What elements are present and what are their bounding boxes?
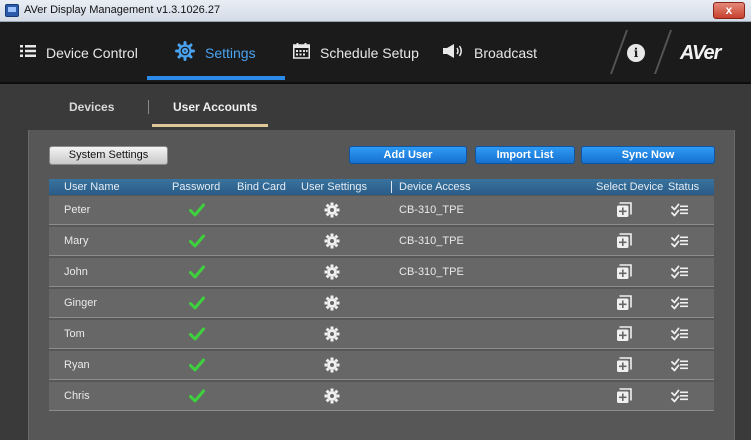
tab-user-accounts[interactable]: User Accounts: [173, 100, 257, 114]
info-button[interactable]: i: [627, 44, 645, 62]
status-checklist-icon[interactable]: [671, 358, 689, 372]
user-name-cell: Tom: [64, 328, 85, 340]
table-row[interactable]: Chris: [49, 382, 714, 411]
password-check-icon: [189, 234, 205, 248]
user-name-cell: Ryan: [64, 359, 90, 371]
user-settings-gear-icon[interactable]: [324, 264, 340, 280]
table-row[interactable]: Tom: [49, 320, 714, 349]
table-row[interactable]: Ginger: [49, 289, 714, 318]
password-check-icon: [189, 389, 205, 403]
column-header-select-device[interactable]: Select Device: [596, 181, 663, 193]
user-accounts-panel: System Settings Add User Import List Syn…: [28, 130, 735, 440]
column-header-user-name[interactable]: User Name: [64, 181, 120, 193]
user-settings-gear-icon[interactable]: [324, 295, 340, 311]
nav-settings[interactable]: Settings: [175, 22, 256, 84]
megaphone-icon: [442, 43, 464, 64]
window-title: AVer Display Management v1.3.1026.27: [24, 4, 221, 16]
status-checklist-icon[interactable]: [671, 265, 689, 279]
column-header-password[interactable]: Password: [172, 181, 220, 193]
table-row[interactable]: Peter CB-310_TPE: [49, 196, 714, 225]
select-device-icon[interactable]: [616, 233, 632, 249]
nav-device-control[interactable]: Device Control: [20, 22, 138, 84]
column-separator: [391, 181, 392, 193]
status-checklist-icon[interactable]: [671, 203, 689, 217]
device-access-cell: CB-310_TPE: [399, 204, 464, 216]
password-check-icon: [189, 327, 205, 341]
sub-tabs: Devices User Accounts: [0, 86, 751, 130]
status-checklist-icon[interactable]: [671, 296, 689, 310]
nav-broadcast[interactable]: Broadcast: [442, 22, 537, 84]
column-header-user-settings[interactable]: User Settings: [301, 181, 367, 193]
nav-device-control-label: Device Control: [46, 45, 138, 61]
password-check-icon: [189, 203, 205, 217]
status-checklist-icon[interactable]: [671, 327, 689, 341]
nav-schedule-setup[interactable]: Schedule Setup: [293, 22, 419, 84]
user-name-cell: Peter: [64, 204, 91, 216]
column-header-status[interactable]: Status: [668, 181, 699, 193]
user-name-cell: Chris: [64, 390, 90, 402]
gear-icon: [175, 40, 195, 66]
table-row[interactable]: Ryan: [49, 351, 714, 380]
column-header-device-access[interactable]: Device Access: [399, 181, 471, 193]
nav-schedule-setup-label: Schedule Setup: [320, 45, 419, 61]
table-row[interactable]: Mary CB-310_TPE: [49, 227, 714, 256]
password-check-icon: [189, 358, 205, 372]
nav-broadcast-label: Broadcast: [474, 45, 538, 61]
user-name-cell: Ginger: [64, 297, 98, 309]
user-settings-gear-icon[interactable]: [324, 388, 340, 404]
calendar-icon: [293, 42, 310, 64]
device-access-cell: CB-310_TPE: [399, 235, 464, 247]
window-titlebar: AVer Display Management v1.3.1026.27 x: [0, 0, 751, 22]
list-icon: [20, 44, 36, 63]
import-list-button[interactable]: Import List: [475, 146, 575, 164]
status-checklist-icon[interactable]: [671, 234, 689, 248]
tab-separator: [148, 100, 149, 114]
device-access-cell: CB-310_TPE: [399, 266, 464, 278]
select-device-icon[interactable]: [616, 264, 632, 280]
select-device-icon[interactable]: [616, 295, 632, 311]
aver-logo: AVer: [680, 42, 721, 64]
main-nav: Device Control Settings Schedule Setup B…: [0, 22, 751, 84]
window-close-button[interactable]: x: [713, 2, 745, 19]
column-header-bind-card[interactable]: Bind Card: [237, 181, 286, 193]
user-name-cell: John: [64, 266, 88, 278]
nav-settings-label: Settings: [205, 45, 256, 61]
password-check-icon: [189, 296, 205, 310]
user-settings-gear-icon[interactable]: [324, 326, 340, 342]
select-device-icon[interactable]: [616, 357, 632, 373]
table-header: User Name Password Bind Card User Settin…: [49, 179, 714, 195]
user-settings-gear-icon[interactable]: [324, 233, 340, 249]
tab-devices[interactable]: Devices: [69, 100, 114, 114]
sync-now-button[interactable]: Sync Now: [581, 146, 715, 164]
select-device-icon[interactable]: [616, 202, 632, 218]
table-row[interactable]: John CB-310_TPE: [49, 258, 714, 287]
system-settings-button[interactable]: System Settings: [49, 146, 168, 165]
select-device-icon[interactable]: [616, 326, 632, 342]
user-settings-gear-icon[interactable]: [324, 202, 340, 218]
nav-active-indicator: [147, 76, 285, 80]
tab-active-indicator: [152, 124, 268, 127]
app-icon: [5, 4, 19, 17]
user-name-cell: Mary: [64, 235, 89, 247]
password-check-icon: [189, 265, 205, 279]
status-checklist-icon[interactable]: [671, 389, 689, 403]
user-settings-gear-icon[interactable]: [324, 357, 340, 373]
select-device-icon[interactable]: [616, 388, 632, 404]
add-user-button[interactable]: Add User: [349, 146, 467, 164]
